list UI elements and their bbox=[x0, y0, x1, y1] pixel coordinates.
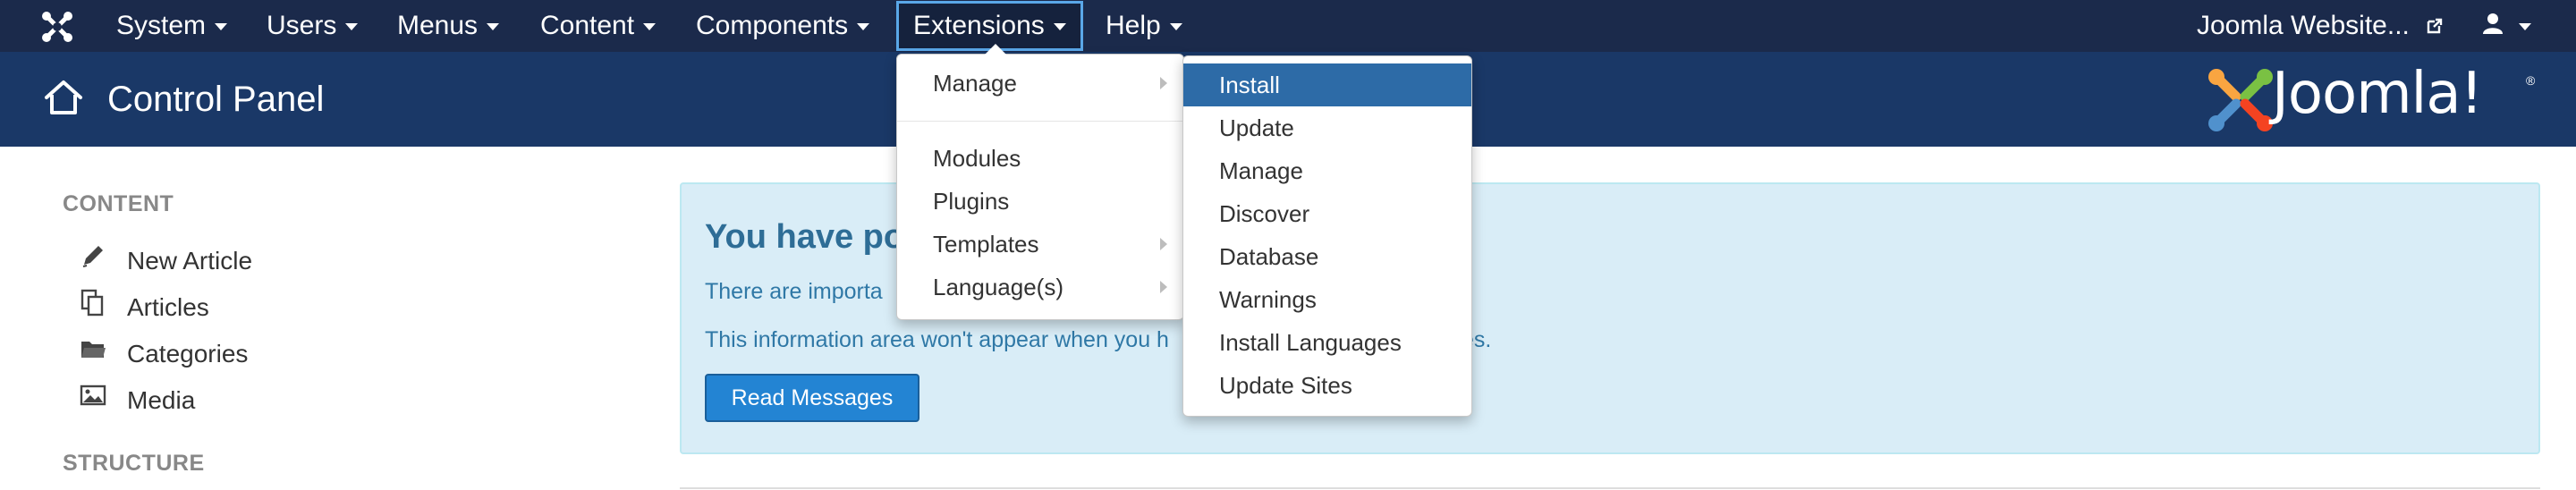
page-title: Control Panel bbox=[107, 80, 325, 119]
submenu-item-update-sites[interactable]: Update Sites bbox=[1183, 364, 1471, 407]
joomla-brand-logo bbox=[2206, 66, 2275, 139]
submenu-item-update[interactable]: Update bbox=[1183, 106, 1471, 149]
nav-system-label: System bbox=[116, 11, 207, 40]
message-title: You have pos bbox=[705, 218, 924, 256]
message-text-line1: There are importa bbox=[705, 279, 883, 304]
registered-mark: ® bbox=[2526, 73, 2536, 88]
external-link-icon bbox=[2426, 1, 2444, 53]
menu-item-label: Language(s) bbox=[933, 274, 1063, 300]
sidebar-item-new-article[interactable]: New Article bbox=[79, 241, 252, 277]
nav-content-label: Content bbox=[540, 11, 635, 40]
submenu-item-manage[interactable]: Manage bbox=[1183, 149, 1471, 192]
brand-wordmark: Joomla! bbox=[2272, 61, 2483, 127]
sidebar-item-label: Articles bbox=[127, 292, 209, 321]
menu-item-label: Warnings bbox=[1219, 286, 1317, 313]
site-link-label: Joomla Website... bbox=[2197, 11, 2410, 40]
menu-item-label: Update Sites bbox=[1219, 372, 1352, 399]
menu-item-label: Database bbox=[1219, 243, 1319, 270]
home-icon bbox=[43, 79, 84, 121]
menu-item-label: Install bbox=[1219, 72, 1280, 98]
divider bbox=[680, 487, 2540, 489]
menu-item-label: Manage bbox=[1219, 157, 1303, 184]
menu-item-label: Update bbox=[1219, 114, 1294, 141]
chevron-down-icon bbox=[1169, 23, 1182, 31]
sidebar-heading-structure: STRUCTURE bbox=[63, 451, 205, 476]
menu-item-label: Modules bbox=[933, 145, 1021, 172]
copy-icon bbox=[79, 288, 111, 326]
chevron-down-icon bbox=[2519, 23, 2531, 31]
chevron-down-icon bbox=[1053, 23, 1066, 31]
menu-divider bbox=[897, 121, 1183, 122]
menu-item-label: Install Languages bbox=[1219, 329, 1402, 356]
chevron-right-icon bbox=[1160, 238, 1167, 250]
joomla-logo-icon[interactable] bbox=[39, 9, 75, 45]
sidebar-item-media[interactable]: Media bbox=[79, 381, 195, 417]
submenu-item-database[interactable]: Database bbox=[1183, 235, 1471, 278]
chevron-right-icon bbox=[1160, 281, 1167, 293]
extensions-dropdown: Manage Modules Plugins Templates Languag… bbox=[896, 44, 1184, 320]
chevron-down-icon bbox=[857, 23, 870, 31]
nav-help-label: Help bbox=[1106, 11, 1161, 40]
submenu-item-install-languages[interactable]: Install Languages bbox=[1183, 321, 1471, 364]
nav-users-label: Users bbox=[267, 11, 337, 40]
menu-item-modules[interactable]: Modules bbox=[897, 137, 1183, 180]
site-link[interactable]: Joomla Website... bbox=[2197, 0, 2444, 52]
chevron-down-icon bbox=[487, 23, 500, 31]
nav-menus[interactable]: Menus bbox=[397, 0, 500, 52]
nav-content[interactable]: Content bbox=[540, 0, 657, 52]
nav-extensions-label: Extensions bbox=[913, 11, 1045, 40]
chevron-down-icon bbox=[345, 23, 359, 31]
menu-item-languages[interactable]: Language(s) bbox=[897, 266, 1183, 308]
message-text-line2: This information area won't appear when … bbox=[705, 327, 1169, 352]
top-navbar: System Users Menus Content Components Ex… bbox=[0, 0, 2576, 52]
nav-system[interactable]: System bbox=[116, 0, 228, 52]
menu-item-manage[interactable]: Manage bbox=[897, 62, 1183, 105]
dropdown-pointer bbox=[985, 44, 1006, 55]
nav-users[interactable]: Users bbox=[267, 0, 359, 52]
menu-item-plugins[interactable]: Plugins bbox=[897, 180, 1183, 223]
sidebar-item-categories[interactable]: Categories bbox=[79, 334, 248, 370]
chevron-down-icon bbox=[215, 23, 228, 31]
submenu-item-discover[interactable]: Discover bbox=[1183, 192, 1471, 235]
sidebar-item-label: Media bbox=[127, 385, 196, 414]
sidebar-item-label: Categories bbox=[127, 339, 249, 368]
submenu-item-install[interactable]: Install bbox=[1183, 63, 1471, 106]
nav-help[interactable]: Help bbox=[1106, 0, 1182, 52]
nav-components[interactable]: Components bbox=[696, 0, 870, 52]
read-messages-button[interactable]: Read Messages bbox=[705, 374, 919, 422]
user-icon bbox=[2481, 1, 2504, 53]
submenu-item-warnings[interactable]: Warnings bbox=[1183, 278, 1471, 321]
sidebar-item-articles[interactable]: Articles bbox=[79, 288, 209, 324]
menu-item-templates[interactable]: Templates bbox=[897, 223, 1183, 266]
nav-components-label: Components bbox=[696, 11, 849, 40]
nav-menus-label: Menus bbox=[397, 11, 479, 40]
chevron-right-icon bbox=[1160, 77, 1167, 89]
menu-item-label: Discover bbox=[1219, 200, 1310, 227]
folder-icon bbox=[79, 334, 111, 373]
pencil-icon bbox=[79, 241, 111, 280]
menu-item-label: Templates bbox=[933, 231, 1039, 258]
chevron-down-icon bbox=[643, 23, 657, 31]
menu-item-label: Manage bbox=[933, 70, 1017, 97]
sidebar-item-label: New Article bbox=[127, 246, 253, 275]
sidebar-heading-content: CONTENT bbox=[63, 191, 174, 216]
image-icon bbox=[79, 381, 111, 419]
user-menu[interactable] bbox=[2481, 0, 2531, 52]
menu-item-label: Plugins bbox=[933, 188, 1010, 215]
manage-submenu: Install Update Manage Discover Database … bbox=[1182, 55, 1472, 417]
